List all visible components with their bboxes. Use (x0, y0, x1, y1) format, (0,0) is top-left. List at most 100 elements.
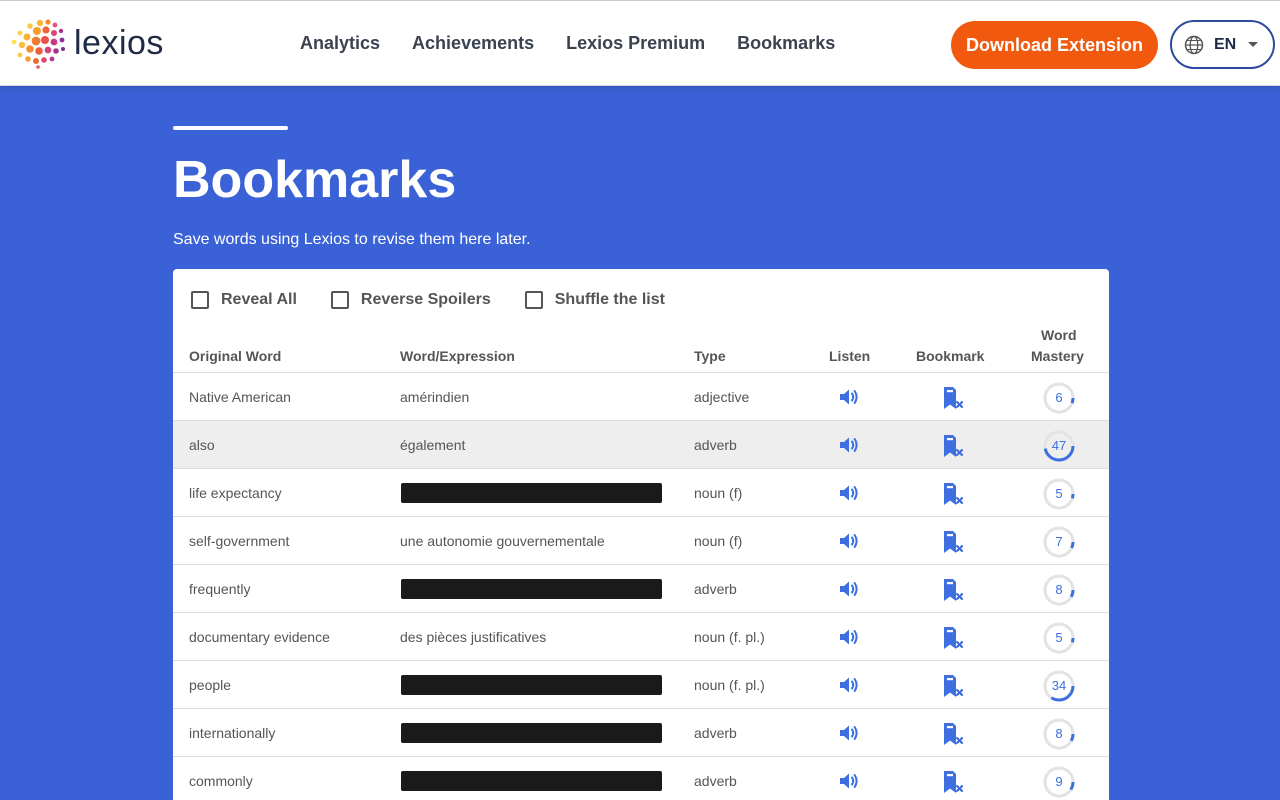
hidden-word-spoiler[interactable] (401, 483, 662, 503)
download-extension-button[interactable]: Download Extension (951, 21, 1158, 69)
translated-word: une autonomie gouvernementale (400, 533, 605, 549)
speaker-icon[interactable] (837, 385, 861, 409)
table-header: Original Word Word/Expression Type Liste… (173, 327, 1109, 373)
table-row: people noun (f. pl.) 34 (173, 661, 1109, 709)
nav-achievements[interactable]: Achievements (412, 33, 534, 54)
word-type: adjective (694, 389, 750, 405)
mastery-value: 8 (1055, 582, 1063, 597)
language-selector[interactable]: EN (1170, 20, 1275, 69)
bookmark-remove-icon[interactable] (940, 481, 966, 507)
table-row: Native American amérindien adjective 6 (173, 373, 1109, 421)
table-row: internationally adverb 8 (173, 709, 1109, 757)
word-mastery: 5 (1042, 621, 1076, 655)
word-type: adverb (694, 581, 737, 597)
original-word: people (189, 677, 232, 693)
main-nav: Analytics Achievements Lexios Premium Bo… (284, 33, 851, 54)
table-row: life expectancy noun (f) 5 (173, 469, 1109, 517)
mastery-value: 5 (1055, 630, 1063, 645)
translated-word: également (400, 437, 466, 453)
word-mastery: 8 (1042, 573, 1076, 607)
logo[interactable]: lexios (8, 17, 164, 69)
word-type: noun (f) (694, 485, 743, 501)
word-mastery: 7 (1042, 525, 1076, 559)
reveal-all-option[interactable]: Reveal All (191, 291, 297, 309)
bookmark-remove-icon[interactable] (940, 577, 966, 603)
original-word: also (189, 437, 215, 453)
word-mastery: 34 (1042, 669, 1076, 703)
reverse-spoilers-label: Reverse Spoilers (360, 291, 491, 308)
title-accent-bar (173, 126, 288, 130)
word-type: adverb (694, 725, 737, 741)
hidden-word-spoiler[interactable] (401, 771, 662, 791)
table-row: documentary evidence des pièces justifica… (173, 613, 1109, 661)
bookmark-remove-icon[interactable] (940, 769, 966, 795)
bookmark-remove-icon[interactable] (940, 385, 966, 411)
page-title: Bookmarks (173, 151, 457, 209)
language-label: EN (1214, 35, 1237, 53)
word-mastery: 6 (1042, 381, 1076, 415)
hidden-word-spoiler[interactable] (401, 723, 662, 743)
translated-word: amérindien (400, 389, 470, 405)
shuffle-list-checkbox[interactable] (524, 291, 543, 309)
shuffle-list-label: Shuffle the list (554, 291, 665, 308)
col-word-mastery-line2: Mastery (1031, 348, 1084, 364)
nav-analytics[interactable]: Analytics (300, 33, 380, 54)
speaker-icon[interactable] (837, 577, 861, 601)
mastery-value: 7 (1055, 534, 1063, 549)
brand-name: lexios (74, 23, 164, 62)
col-word-expression: Word/Expression (400, 348, 515, 364)
word-type: noun (f. pl.) (694, 629, 765, 645)
table-row: self-government une autonomie gouvernemen… (173, 517, 1109, 565)
bookmark-remove-icon[interactable] (940, 625, 966, 651)
top-navbar: lexios Analytics Achievements Lexios Pre… (0, 0, 1280, 86)
word-type: adverb (694, 773, 737, 789)
original-word: life expectancy (189, 485, 282, 501)
original-word: self-government (189, 533, 290, 549)
bookmark-remove-icon[interactable] (940, 529, 966, 555)
reverse-spoilers-option[interactable]: Reverse Spoilers (330, 291, 491, 309)
original-word: internationally (189, 725, 276, 741)
hidden-word-spoiler[interactable] (401, 579, 662, 599)
lexios-logo-icon (11, 19, 65, 69)
word-type: adverb (694, 437, 737, 453)
mastery-value: 5 (1055, 486, 1063, 501)
nav-lexios-premium[interactable]: Lexios Premium (566, 33, 705, 54)
speaker-icon[interactable] (837, 529, 861, 553)
speaker-icon[interactable] (837, 673, 861, 697)
bookmark-remove-icon[interactable] (940, 721, 966, 747)
page-subtitle: Save words using Lexios to revise them h… (173, 231, 531, 248)
reveal-all-label: Reveal All (221, 291, 297, 308)
bookmark-remove-icon[interactable] (940, 673, 966, 699)
mastery-value: 6 (1055, 390, 1063, 405)
list-options: Reveal All Reverse Spoilers Shuffle the … (191, 291, 699, 309)
reveal-all-checkbox[interactable] (191, 291, 209, 309)
hidden-word-spoiler[interactable] (401, 675, 662, 695)
word-mastery: 47 (1042, 429, 1076, 463)
speaker-icon[interactable] (837, 769, 861, 793)
mastery-value: 47 (1051, 438, 1067, 453)
speaker-icon[interactable] (837, 625, 861, 649)
table-row: also également adverb 47 (173, 421, 1109, 469)
original-word: Native American (189, 389, 291, 405)
speaker-icon[interactable] (837, 721, 861, 745)
mastery-value: 9 (1055, 774, 1063, 789)
chevron-down-icon (1248, 42, 1259, 47)
col-listen: Listen (829, 348, 871, 364)
original-word: commonly (189, 773, 253, 789)
table-row: commonly adverb 9 (173, 757, 1109, 800)
col-original-word: Original Word (189, 348, 282, 364)
shuffle-list-option[interactable]: Shuffle the list (524, 291, 665, 309)
word-type: noun (f) (694, 533, 743, 549)
nav-bookmarks[interactable]: Bookmarks (737, 33, 835, 54)
reverse-spoilers-checkbox[interactable] (330, 291, 349, 309)
bookmarks-card: Reveal All Reverse Spoilers Shuffle the … (173, 269, 1109, 800)
mastery-value: 34 (1051, 678, 1067, 693)
col-type: Type (694, 348, 726, 364)
word-type: noun (f. pl.) (694, 677, 765, 693)
word-mastery: 9 (1042, 765, 1076, 799)
speaker-icon[interactable] (837, 433, 861, 457)
table-row: frequently adverb 8 (173, 565, 1109, 613)
speaker-icon[interactable] (837, 481, 861, 505)
word-mastery: 5 (1042, 477, 1076, 511)
bookmark-remove-icon[interactable] (940, 433, 966, 459)
